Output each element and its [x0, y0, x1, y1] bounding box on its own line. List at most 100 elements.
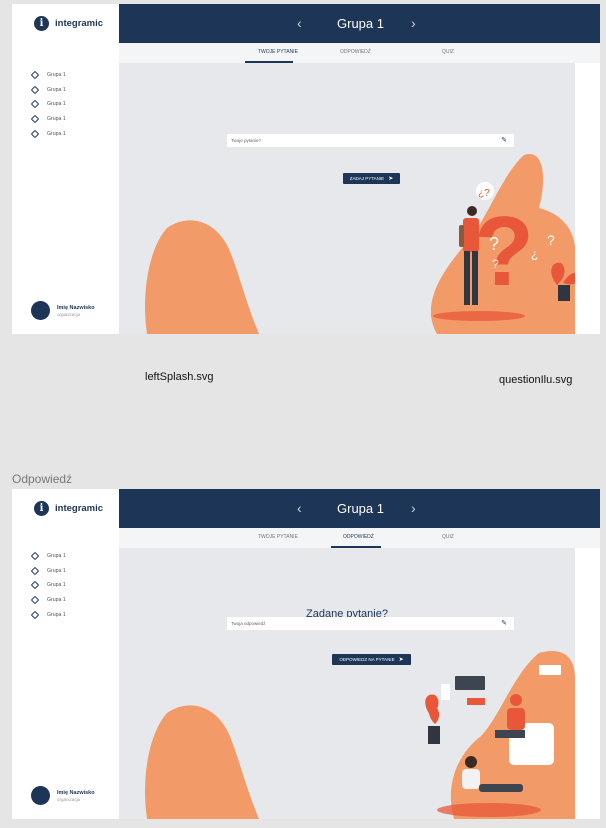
send-icon: ➤	[398, 657, 404, 663]
info-logo-icon: i	[34, 16, 49, 31]
sidebar-item-group[interactable]: Grupa 1	[30, 564, 66, 579]
left-splash-blob	[145, 220, 259, 334]
cube-icon	[30, 129, 40, 138]
top-header: ‹ Grupa 1 ›	[119, 4, 600, 43]
chevron-left-icon[interactable]: ‹	[297, 500, 302, 516]
sidebar-nav: Grupa 1 Grupa 1 Grupa 1 Grupa 1 Grupa 1	[30, 549, 66, 622]
question-input-placeholder: Twoje pytanie?	[231, 138, 262, 143]
floating-panel	[441, 684, 450, 700]
avatar	[31, 786, 50, 805]
sidebar-item-label: Grupa 1	[47, 116, 66, 123]
pencil-icon[interactable]: ✎	[501, 136, 507, 144]
tab-quiz[interactable]: QUIZ	[442, 534, 454, 540]
floor-shadow	[437, 803, 541, 817]
cube-icon	[30, 595, 40, 605]
chevron-right-icon[interactable]: ›	[411, 500, 416, 516]
cube-icon	[30, 71, 40, 80]
avatar	[31, 301, 50, 320]
section-title-answer: Odpowiedź	[12, 472, 73, 486]
question-mark-small-icon: ?	[489, 234, 499, 254]
caption-left-splash: leftSplash.svg	[145, 371, 214, 383]
cube-icon	[30, 552, 40, 561]
logo[interactable]: i integramic	[34, 501, 103, 516]
tab-quiz[interactable]: QUIZ	[442, 49, 454, 55]
right-strip	[575, 63, 600, 334]
answer-question-button[interactable]: ODPOWIEDZ NA PYTANIE ➤	[332, 654, 411, 665]
send-icon: ➤	[388, 176, 394, 182]
sidebar: i integramic Grupa 1 Grupa 1 Grupa 1 Gru…	[12, 4, 119, 334]
cube-icon	[30, 85, 40, 95]
floating-panel	[539, 665, 561, 675]
tab-your-question[interactable]: TWOJE PYTANIE	[258, 534, 298, 540]
info-logo-icon: i	[34, 501, 49, 516]
left-splash-blob	[145, 705, 259, 819]
screen-answer: i integramic Grupa 1 Grupa 1 Grupa 1 Gru…	[12, 489, 600, 819]
answer-input-placeholder: Twoja odpowiedź	[231, 621, 266, 626]
sidebar-nav: Grupa 1 Grupa 1 Grupa 1 Grupa 1 Grupa 1	[30, 68, 66, 141]
floating-panel	[467, 698, 485, 705]
main-content: Zadane pytanie? Twoja odpowiedź ✎ ODPOWI…	[119, 548, 575, 819]
sidebar-item-group[interactable]: Grupa 1	[30, 68, 66, 83]
logo[interactable]: i integramic	[34, 16, 103, 31]
caption-question-illustration: questionIlu.svg	[499, 374, 573, 386]
top-header: ‹ Grupa 1 ›	[119, 489, 600, 528]
sidebar: i integramic Grupa 1 Grupa 1 Grupa 1 Gru…	[12, 489, 119, 819]
sidebar-item-label: Grupa 1	[47, 597, 66, 604]
svg-text:¿?: ¿?	[478, 188, 490, 199]
screen-question: i integramic Grupa 1 Grupa 1 Grupa 1 Gru…	[12, 4, 600, 334]
sidebar-item-group[interactable]: Grupa 1	[30, 578, 66, 593]
user-name: Imię Nazwisko	[57, 304, 95, 311]
tab-answer[interactable]: ODPOWIEDŹ	[340, 49, 371, 55]
cube-icon	[30, 114, 40, 124]
tab-bar: TWOJE PYTANIE ODPOWIEDŹ QUIZ	[119, 528, 600, 548]
sidebar-item-group[interactable]: Grupa 1	[30, 549, 66, 564]
cube-icon	[30, 581, 40, 590]
question-mark-small-icon: ¿	[531, 247, 538, 261]
ask-question-label: ZADAJ PYTANIE	[349, 176, 385, 181]
cube-icon	[30, 566, 40, 576]
user-org: organizacja	[57, 311, 81, 317]
cube-icon	[30, 610, 40, 619]
user-org: organizacja	[57, 796, 81, 802]
answer-input[interactable]: Twoja odpowiedź ✎	[227, 617, 514, 630]
answer-question-label: ODPOWIEDZ NA PYTANIE	[339, 657, 395, 662]
floating-panel	[455, 676, 485, 690]
sidebar-item-group[interactable]: Grupa 1	[30, 112, 66, 127]
user-profile[interactable]: Imię Nazwisko organizacja	[31, 786, 95, 805]
group-title: Grupa 1	[337, 501, 384, 516]
sidebar-item-group[interactable]: Grupa 1	[30, 97, 66, 112]
cube-icon	[30, 100, 40, 109]
user-name: Imię Nazwisko	[57, 789, 95, 796]
ask-question-button[interactable]: ZADAJ PYTANIE ➤	[343, 173, 400, 184]
sidebar-item-label: Grupa 1	[47, 86, 66, 93]
sidebar-item-group[interactable]: Grupa 1	[30, 126, 66, 141]
question-input[interactable]: Twoje pytanie? ✎	[227, 134, 514, 147]
tab-your-question[interactable]: TWOJE PYTANIE	[258, 49, 298, 55]
pencil-icon[interactable]: ✎	[501, 619, 507, 627]
sidebar-item-label: Grupa 1	[47, 553, 66, 560]
tab-answer[interactable]: ODPOWIEDŹ	[343, 534, 374, 540]
group-title: Grupa 1	[337, 16, 384, 31]
brand-name: integramic	[55, 18, 104, 29]
big-question-mark: ?	[474, 196, 534, 306]
sidebar-item-label: Grupa 1	[47, 567, 66, 574]
right-strip	[575, 548, 600, 819]
question-mark-small-icon: ?	[492, 257, 499, 271]
sidebar-item-label: Grupa 1	[47, 130, 66, 137]
sidebar-item-group[interactable]: Grupa 1	[30, 607, 66, 622]
sidebar-item-label: Grupa 1	[47, 72, 66, 79]
main-content: ? ? ? ¿ ? ¿? Twoje pytanie? ✎ ZADAJ PYTA…	[119, 63, 575, 334]
sidebar-item-label: Grupa 1	[47, 582, 66, 589]
chevron-left-icon[interactable]: ‹	[297, 15, 302, 31]
sidebar-item-label: Grupa 1	[47, 611, 66, 618]
sidebar-item-group[interactable]: Grupa 1	[30, 593, 66, 608]
potted-plant	[425, 694, 440, 744]
user-profile[interactable]: Imię Nazwisko organizacja	[31, 301, 95, 320]
sidebar-item-group[interactable]: Grupa 1	[30, 83, 66, 98]
floor-shadow	[433, 311, 525, 321]
chevron-right-icon[interactable]: ›	[411, 15, 416, 31]
sidebar-item-label: Grupa 1	[47, 101, 66, 108]
tab-bar: TWOJE PYTANIE ODPOWIEDŹ QUIZ	[119, 43, 600, 63]
illustration-layer: ? ? ? ¿ ? ¿?	[145, 153, 575, 334]
brand-name: integramic	[55, 503, 104, 514]
